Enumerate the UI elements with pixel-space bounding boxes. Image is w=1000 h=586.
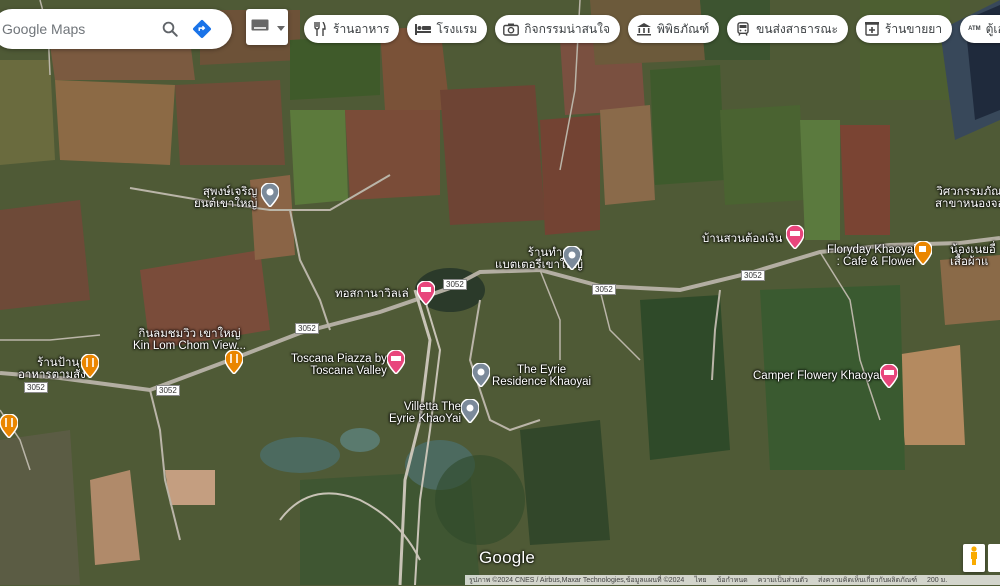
route-shield: 3052: [741, 270, 765, 281]
hotel-pin-icon[interactable]: [387, 350, 405, 374]
chip-label: ตู้เอทีเอ็ม: [985, 21, 1000, 36]
pegman-button[interactable]: [963, 544, 985, 572]
poi-pin-icon[interactable]: [461, 399, 479, 423]
place-label-villetta[interactable]: Villetta The Eyrie KhaoYai: [389, 401, 461, 425]
chip-things-to-do[interactable]: กิจกรรมน่าสนใจ: [495, 15, 621, 43]
category-chips: ร้านอาหาร โรงแรม กิจกรรมน่าสนใจ พิพิธภัณ…: [304, 15, 1000, 43]
scale-label[interactable]: 200 ม.: [927, 575, 947, 586]
chevron-down-icon[interactable]: [277, 18, 285, 36]
directions-icon[interactable]: [186, 13, 218, 45]
place-label-kinlom[interactable]: กินลมชมวิว เขาใหญ่ Kin Lom Chom View...: [133, 328, 246, 352]
chip-atms[interactable]: ATM ตู้เอทีเอ็ม: [960, 15, 1000, 43]
search-box[interactable]: [0, 9, 232, 49]
hotel-pin-icon[interactable]: [417, 281, 435, 305]
atm-icon: ATM: [968, 26, 981, 32]
google-logo: Google: [479, 548, 536, 567]
route-shield: 3052: [443, 279, 467, 290]
camera-icon: [503, 21, 520, 37]
layers-button[interactable]: [988, 544, 1000, 572]
place-label-thongsuan[interactable]: บ้านสวนต้องเงิน: [702, 233, 782, 245]
chip-museums[interactable]: พิพิธภัณฑ์: [628, 15, 720, 43]
chip-hotels[interactable]: โรงแรม: [407, 15, 488, 43]
poi-pin-icon[interactable]: [563, 246, 581, 270]
input-tools-button[interactable]: [246, 9, 288, 45]
search-icon[interactable]: [154, 13, 186, 45]
cafe-pin-icon[interactable]: [914, 241, 932, 265]
restaurant-pin-icon[interactable]: [0, 414, 18, 438]
imagery-credit: รูปภาพ ©2024 CNES / Airbus,Maxar Technol…: [469, 576, 685, 584]
search-input[interactable]: [0, 20, 154, 38]
restaurant-icon: [312, 21, 328, 37]
chip-label: พิพิธภัณฑ์: [657, 21, 710, 36]
chip-restaurants[interactable]: ร้านอาหาร: [304, 15, 400, 43]
route-shield: 3052: [24, 382, 48, 393]
route-shield: 3052: [592, 284, 616, 295]
place-label-toscana[interactable]: Toscana Piazza by Toscana Valley: [291, 353, 387, 377]
attribution-bar: รูปภาพ ©2024 CNES / Airbus,Maxar Technol…: [465, 575, 1000, 585]
route-shield: 3052: [295, 323, 319, 334]
transit-icon: [735, 21, 751, 37]
terms-link[interactable]: ข้อกำหนด: [717, 575, 748, 586]
hotel-pin-icon[interactable]: [880, 364, 898, 388]
chip-label: โรงแรม: [436, 21, 478, 36]
hotel-pin-icon[interactable]: [786, 225, 804, 249]
hotel-icon: [415, 21, 432, 37]
chip-label: กิจกรรมน่าสนใจ: [524, 21, 611, 36]
place-label-floryday[interactable]: Floryday Khaoyai: Cafe & Flower: [827, 244, 916, 268]
poi-pin-icon[interactable]: [261, 183, 279, 207]
poi-pin-icon[interactable]: [472, 363, 490, 387]
pharmacy-icon: [864, 21, 880, 37]
chip-label: ร้านอาหาร: [333, 21, 390, 36]
chip-transit[interactable]: ขนส่งสาธารณะ: [727, 15, 848, 43]
place-label-museum[interactable]: วิศวกรรมภัณฑ์สาขาหนองจอก: [935, 186, 1000, 210]
satellite-map[interactable]: [0, 0, 1000, 585]
place-label-nong[interactable]: น้องเนยอื่ เสื้อผ้าแ: [950, 244, 996, 268]
restaurant-pin-icon[interactable]: [225, 350, 243, 374]
chip-pharmacies[interactable]: ร้านขายยา: [855, 15, 953, 43]
pegman-icon: [969, 545, 979, 571]
museum-icon: [636, 21, 652, 37]
place-label-camper[interactable]: Camper Flowery Khaoyai: [753, 370, 882, 382]
privacy-link[interactable]: ความเป็นส่วนตัว: [758, 575, 808, 586]
chip-label: ขนส่งสาธารณะ: [756, 21, 838, 36]
restaurant-pin-icon[interactable]: [81, 354, 99, 378]
place-label-torsakan[interactable]: ทอสกานาวิลเล่: [335, 288, 409, 300]
language-link[interactable]: ไทย: [694, 575, 706, 586]
route-shield: 3052: [156, 385, 180, 396]
place-label-sompong[interactable]: สุพงษ์เจริญ ยนต์เขาใหญ่: [194, 186, 257, 210]
feedback-link[interactable]: ส่งความคิดเห็นเกี่ยวกับผลิตภัณฑ์: [818, 575, 917, 586]
place-label-ranamnam[interactable]: ร้านป้านา อาหารตามสั่ง: [18, 357, 86, 381]
place-label-eyrie[interactable]: The Eyrie Residence Khaoyai: [492, 364, 591, 388]
chip-label: ร้านขายยา: [884, 21, 943, 36]
keyboard-icon: [251, 18, 269, 36]
